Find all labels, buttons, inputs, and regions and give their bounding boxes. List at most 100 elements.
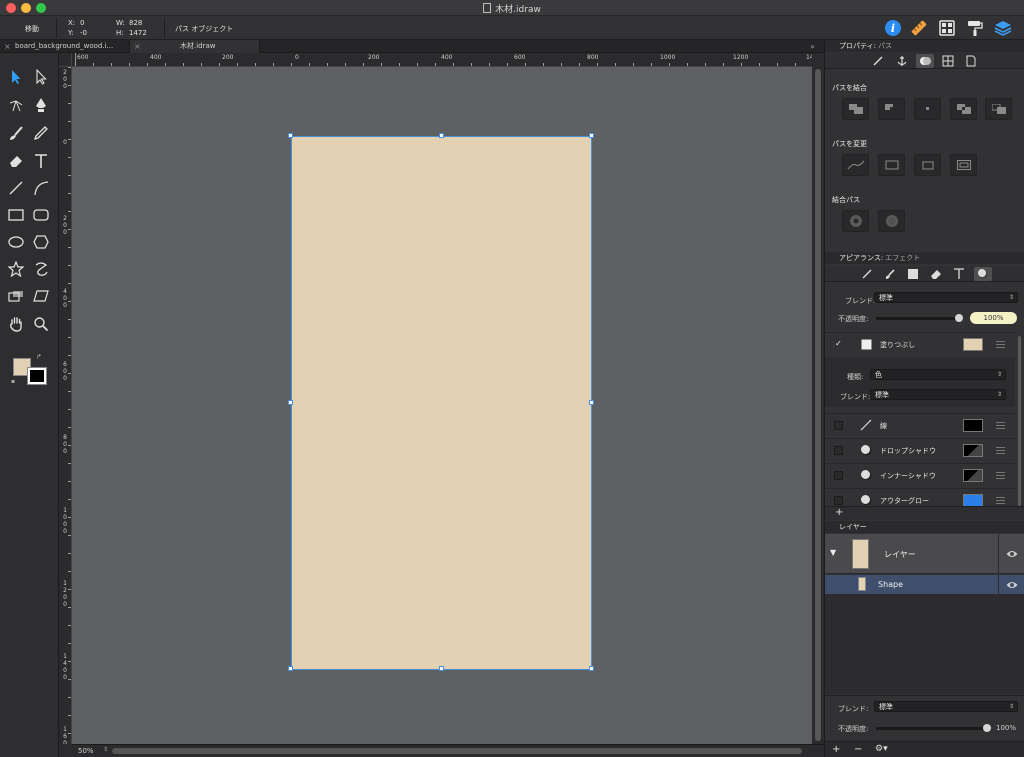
zoom-tool[interactable] (30, 313, 52, 335)
effect-row-outer-glow[interactable]: アウターグロー (825, 488, 1015, 506)
effect-color-swatch[interactable] (963, 469, 983, 482)
horizontal-scrollbar[interactable] (112, 748, 802, 754)
resize-handle-bottom-right[interactable] (589, 666, 594, 671)
drag-handle-icon[interactable] (996, 341, 1005, 348)
divide-button[interactable] (985, 98, 1012, 120)
drag-handle-icon[interactable] (996, 447, 1005, 454)
tab-anchor[interactable] (893, 54, 911, 68)
text-tool[interactable] (30, 150, 52, 172)
resize-handle-bottom[interactable] (439, 666, 444, 671)
fill-checkbox[interactable]: ✓ (834, 340, 843, 349)
resize-handle-left[interactable] (288, 400, 293, 405)
ellipse-tool[interactable] (5, 231, 27, 253)
layers-button[interactable] (992, 17, 1014, 39)
selected-shape[interactable] (288, 133, 594, 671)
layer-settings-gear-icon[interactable]: ⚙▾ (875, 744, 888, 754)
tab-brush-style[interactable] (881, 267, 899, 281)
layer-opacity-knob[interactable] (983, 724, 991, 732)
eraser-tool[interactable] (5, 150, 27, 172)
flatten-button[interactable] (914, 154, 941, 176)
line-tool[interactable] (5, 177, 27, 199)
drawing-canvas[interactable] (72, 67, 812, 744)
layer-name[interactable]: レイヤー (884, 549, 916, 560)
h-value[interactable]: 1472 (129, 29, 147, 37)
opacity-field[interactable]: 100% (970, 312, 1017, 324)
tab-stroke[interactable] (869, 54, 887, 68)
tab-fill-style[interactable] (904, 267, 922, 281)
info-button[interactable]: i (882, 17, 904, 39)
close-tab-icon[interactable]: × (4, 40, 11, 53)
tab-eraser-style[interactable] (927, 267, 945, 281)
brush-tool[interactable] (5, 122, 27, 144)
tab-grid[interactable] (939, 54, 957, 68)
drag-handle-icon[interactable] (996, 472, 1005, 479)
disclosure-triangle-icon[interactable]: ▼ (830, 548, 836, 557)
intersect-button[interactable] (914, 98, 941, 120)
add-effect-button[interactable]: + (835, 507, 843, 519)
effect-checkbox[interactable] (834, 471, 843, 480)
layer-blend-select[interactable]: 標準 ⇕ (874, 701, 1018, 712)
fill-kind-select[interactable]: 色 ⇕ (870, 369, 1006, 380)
style-button[interactable] (964, 17, 986, 39)
fill-color-swatch[interactable] (963, 338, 983, 351)
tab-current-document[interactable]: × 木材.idraw (130, 40, 260, 53)
ruler-button[interactable] (908, 17, 930, 39)
rectangle-tool[interactable] (5, 204, 27, 226)
tab-board-background[interactable]: × board_background_wood.i... (0, 40, 130, 53)
effect-checkbox[interactable] (834, 421, 843, 430)
default-colors-icon[interactable]: ▪ (11, 378, 15, 385)
tab-stroke-style[interactable] (858, 267, 876, 281)
parallelogram-tool[interactable] (30, 285, 52, 307)
resize-handle-bottom-left[interactable] (288, 666, 293, 671)
layer-row[interactable]: ▼ レイヤー (825, 534, 1024, 574)
visibility-eye-icon[interactable] (1006, 550, 1018, 558)
close-tab-icon[interactable]: × (134, 40, 141, 53)
effect-row-drop-shadow[interactable]: ドロップシャドウ (825, 438, 1015, 462)
exclude-button[interactable] (950, 98, 977, 120)
polygon-tool[interactable] (30, 231, 52, 253)
swap-colors-icon[interactable]: ↱ (36, 353, 42, 361)
tab-effects[interactable] (974, 267, 992, 281)
union-button[interactable] (842, 98, 869, 120)
effect-color-swatch[interactable] (963, 419, 983, 432)
effect-row-inner-shadow[interactable]: インナーシャドウ (825, 463, 1015, 487)
components-button[interactable] (936, 17, 958, 39)
outline-stroke-button[interactable] (878, 154, 905, 176)
add-layer-button[interactable]: + (832, 744, 840, 755)
vertical-scrollbar[interactable] (812, 67, 824, 744)
shape-layer-row[interactable]: Shape (825, 575, 1024, 594)
scroll-thumb[interactable] (815, 69, 821, 741)
zoom-level[interactable]: 50% (78, 747, 94, 755)
x-value[interactable]: 0 (80, 19, 84, 27)
hand-tool[interactable] (5, 313, 27, 335)
direct-selection-tool[interactable] (30, 66, 52, 88)
spiral-tool[interactable] (30, 258, 52, 280)
w-value[interactable]: 828 (129, 19, 142, 27)
stroke-color-well[interactable] (27, 367, 47, 385)
pencil-tool[interactable] (30, 122, 52, 144)
resize-handle-top-right[interactable] (589, 133, 594, 138)
effect-checkbox[interactable] (834, 496, 843, 505)
opacity-slider-knob[interactable] (955, 314, 963, 322)
offset-path-button[interactable] (950, 154, 977, 176)
vector-tool[interactable] (5, 94, 27, 116)
fill-row[interactable]: ✓ 塗りつぶし (825, 332, 1015, 356)
release-compound-button[interactable] (878, 210, 905, 232)
star-tool[interactable] (5, 258, 27, 280)
effect-color-swatch[interactable] (963, 444, 983, 457)
drag-handle-icon[interactable] (996, 497, 1005, 504)
remove-layer-button[interactable]: − (854, 744, 862, 755)
resize-handle-top[interactable] (439, 133, 444, 138)
pen-tool[interactable] (30, 94, 52, 116)
shape-name[interactable]: Shape (878, 580, 903, 589)
drag-handle-icon[interactable] (996, 422, 1005, 429)
rounded-rectangle-tool[interactable] (30, 204, 52, 226)
effects-scrollbar[interactable] (1017, 336, 1022, 506)
layer-opacity-slider[interactable] (876, 727, 990, 730)
shape-builder-tool[interactable] (5, 285, 27, 307)
smooth-path-button[interactable] (842, 154, 869, 176)
effect-row-stroke[interactable]: 線 (825, 413, 1015, 437)
subtract-button[interactable] (878, 98, 905, 120)
zoom-stepper-icon[interactable]: ⇕ (103, 746, 108, 753)
effect-color-swatch[interactable] (963, 494, 983, 506)
